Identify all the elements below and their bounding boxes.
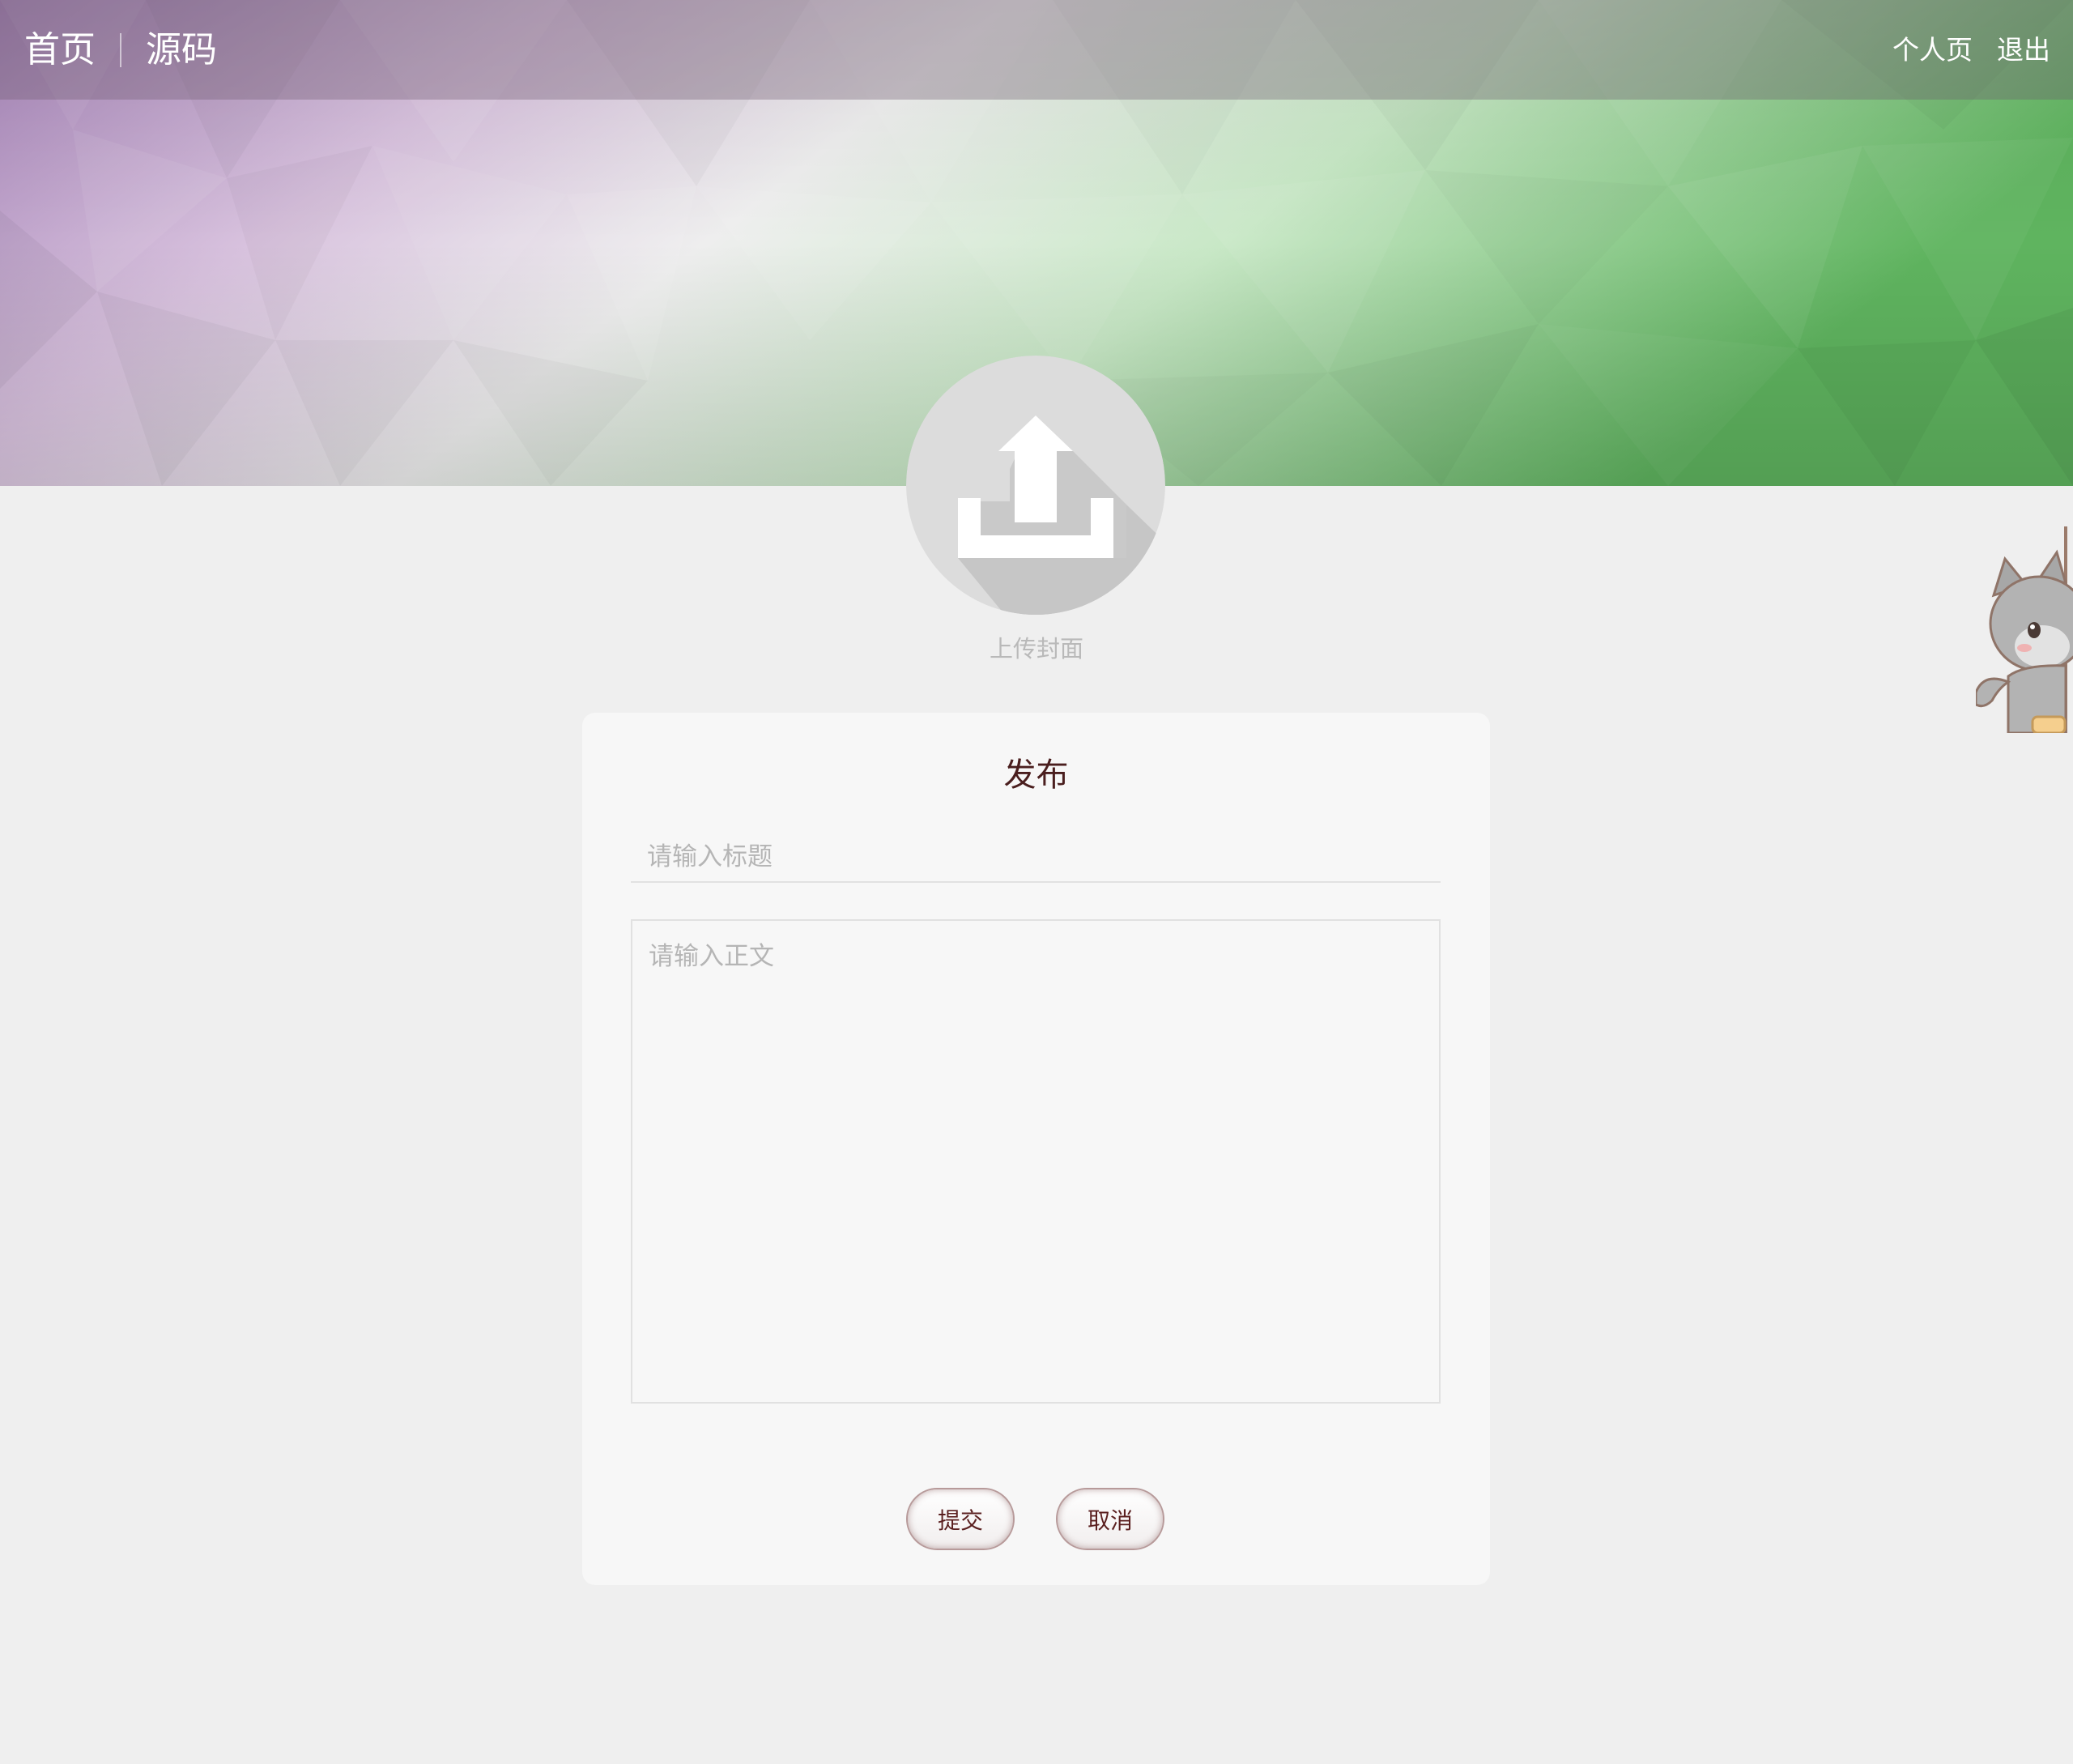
title-input[interactable] — [631, 833, 1441, 883]
upload-icon — [906, 356, 1165, 615]
upload-cover-button[interactable] — [906, 356, 1165, 615]
cat-mascot — [1976, 526, 2073, 733]
cat-mascot-icon — [1976, 526, 2073, 733]
nav-divider — [120, 32, 121, 67]
nav-right-group: 个人页 退出 — [1892, 0, 2050, 100]
body-textarea[interactable] — [631, 919, 1441, 1404]
publish-card: 发布 提交 取消 — [582, 713, 1490, 1585]
page-title: 发布 — [1003, 756, 1069, 794]
nav-source-link[interactable]: 源码 — [146, 32, 217, 68]
nav-profile-link[interactable]: 个人页 — [1892, 36, 1973, 63]
submit-button[interactable]: 提交 — [906, 1488, 1015, 1550]
cancel-button[interactable]: 取消 — [1056, 1488, 1164, 1550]
nav-logout-link[interactable]: 退出 — [1997, 36, 2050, 63]
nav-home-link[interactable]: 首页 — [24, 32, 96, 68]
top-navbar: 首页 源码 个人页 退出 — [0, 0, 2073, 100]
upload-cover-label: 上传封面 — [989, 635, 1083, 663]
nav-left-group: 首页 源码 — [24, 0, 217, 100]
